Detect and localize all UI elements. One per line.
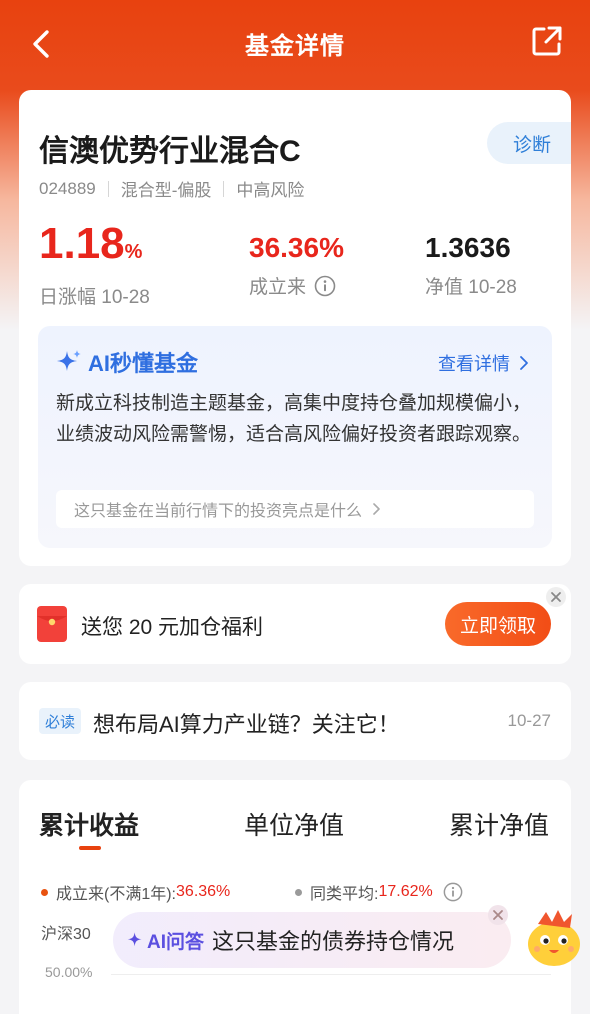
fund-type: 混合型-偏股 [120, 181, 212, 200]
chevron-right-icon [373, 503, 380, 515]
must-read-badge: 必读 [39, 708, 81, 734]
promo-text: 送您 20 元加仓福利 [81, 616, 264, 639]
nav-value: 1.3636 [425, 232, 511, 263]
ai-summary-box: AI秒懂基金 查看详情 新成立科技制造主题基金，高集中度持仓叠加规模偏小，业绩波… [38, 326, 552, 548]
legend-peer-label: 同类平均: [310, 886, 379, 903]
sparkle-icon [127, 932, 142, 947]
day-change-metric: 1.18% 日涨幅 10-28 [39, 218, 150, 309]
active-tab-indicator [79, 846, 101, 850]
tab-cumulative-nav[interactable]: 累计净值 [449, 806, 549, 842]
sparkle-icon [57, 350, 81, 371]
ai-view-details-link[interactable]: 查看详情 [438, 350, 532, 376]
ai-summary-description: 新成立科技制造主题基金，高集中度持仓叠加规模偏小，业绩波动风险需警惕，适合高风险… [56, 393, 532, 445]
day-change-label: 日涨幅 10-28 [39, 287, 150, 308]
legend-peer-value: 17.62% [378, 883, 433, 900]
legend-index-label: 沪深30 [41, 926, 91, 943]
ai-suggested-question[interactable]: 这只基金在当前行情下的投资亮点是什么 [56, 490, 534, 528]
info-icon[interactable] [443, 882, 463, 902]
since-inception-value: 36.36% [249, 232, 344, 263]
page-title: 基金详情 [245, 33, 345, 60]
ai-suggested-question-text: 这只基金在当前行情下的投资亮点是什么 [74, 503, 363, 520]
news-headline: 想布局AI算力产业链？关注它！ [93, 712, 400, 737]
nav-label: 净值 10-28 [425, 277, 517, 298]
fund-metrics: 1.18% 日涨幅 10-28 36.36% 成立来 1.3636 净值 10-… [19, 218, 571, 308]
fund-code: 024889 [39, 178, 96, 198]
ai-view-details-label: 查看详情 [438, 354, 510, 374]
divider [107, 180, 109, 197]
claim-button[interactable]: 立即领取 [445, 602, 551, 646]
ai-summary-title: AI秒懂基金 [56, 346, 198, 378]
close-icon[interactable] [545, 586, 567, 608]
close-icon[interactable] [487, 904, 509, 926]
fund-meta: 024889 混合型-偏股 中高风险 [39, 176, 304, 201]
day-change-value: 1.18 [39, 219, 125, 268]
y-axis-tick: 50.00% [45, 964, 93, 980]
day-change-unit: % [124, 241, 143, 263]
ai-qa-question: 这只基金的债券持仓情况 [212, 929, 455, 954]
legend-dot [41, 888, 48, 896]
since-inception-label: 成立来 [249, 277, 307, 298]
ai-qa-bubble[interactable]: AI问答 这只基金的债券持仓情况 [113, 905, 511, 968]
fund-summary-card: 信澳优势行业混合C 诊断 024889 混合型-偏股 中高风险 1.18% 日涨… [19, 90, 571, 566]
diagnose-button[interactable]: 诊断 [487, 122, 571, 164]
chart-tabs: 累计收益 单位净值 累计净值 [19, 806, 571, 846]
performance-chart-card: 累计收益 单位净值 累计净值 成立来(不满1年): 36.36% 同类平均: 1… [19, 780, 571, 1014]
legend-peer-average: 同类平均: 17.62% [295, 880, 463, 904]
legend-fund-label: 成立来(不满1年): [56, 886, 177, 903]
divider [223, 180, 225, 197]
must-read-news[interactable]: 必读 想布局AI算力产业链？关注它！ 10-27 [19, 682, 571, 760]
fund-name: 信澳优势行业混合C [39, 135, 301, 168]
legend-index: 沪深30 [41, 920, 91, 944]
chevron-right-icon [520, 356, 528, 370]
news-date: 10-27 [507, 711, 551, 730]
nav-metric: 1.3636 净值 10-28 [425, 232, 517, 299]
ai-summary-title-text: AI秒懂基金 [88, 351, 199, 376]
legend-dot [295, 888, 302, 896]
grid-line [111, 974, 551, 975]
promo-banner: 送您 20 元加仓福利 立即领取 [19, 584, 571, 664]
tab-unit-nav[interactable]: 单位净值 [244, 806, 344, 842]
fund-risk-level: 中高风险 [236, 181, 305, 200]
ai-qa-label: AI问答 [147, 931, 205, 953]
since-inception-metric: 36.36% 成立来 [249, 232, 344, 299]
share-icon[interactable] [530, 24, 564, 58]
info-icon[interactable] [314, 275, 336, 297]
tab-cumulative-return[interactable]: 累计收益 [39, 806, 139, 842]
legend-fund-value: 36.36% [176, 883, 231, 900]
red-envelope-icon [37, 606, 67, 642]
ai-mascot-icon[interactable] [524, 906, 584, 968]
top-nav-bar: 基金详情 [0, 0, 590, 86]
legend-fund: 成立来(不满1年): 36.36% [41, 880, 230, 904]
